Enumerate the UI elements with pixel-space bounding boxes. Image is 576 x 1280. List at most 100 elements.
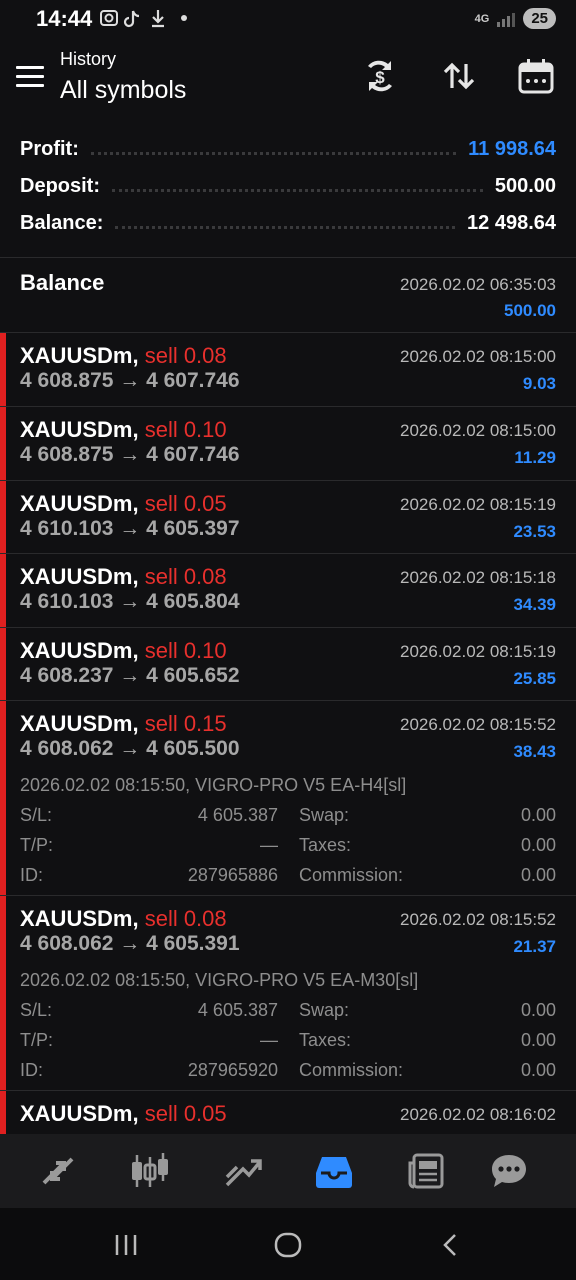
taxes-value: 0.00 — [520, 835, 556, 855]
balance-entry[interactable]: Balance 2026.02.02 06:35:03 500.00 — [0, 258, 576, 332]
sl-value: 4 605.387 — [197, 805, 278, 825]
dotted-leader — [112, 188, 483, 192]
deal-side: sell 0.08 — [144, 343, 227, 368]
deal-comment: 2026.02.02 08:15:50, VIGRO-PRO V5 EA-H4[… — [20, 775, 407, 795]
id-value: 287965920 — [187, 1060, 278, 1080]
calendar-icon[interactable] — [514, 54, 558, 98]
deal-comment: 2026.02.02 08:15:50, VIGRO-PRO V5 EA-M30… — [20, 970, 419, 990]
sell-indicator — [0, 896, 6, 1090]
id-label: ID: — [20, 1060, 44, 1080]
taxes-label: Taxes: — [299, 1030, 352, 1050]
summary-deposit: Deposit: 500.00 — [20, 171, 556, 201]
summary-balance: Balance: 12 498.64 — [20, 208, 556, 238]
network-type: 4G — [474, 12, 490, 25]
tp-value: — — [260, 835, 278, 855]
quotes-icon[interactable] — [33, 1146, 83, 1196]
deal-prices: 4 610.103 → 4 605.397 — [20, 517, 240, 540]
system-nav-bar — [0, 1208, 576, 1280]
summary-value: 500.00 — [494, 174, 556, 197]
deal-time: 2026.02.02 08:15:00 — [400, 347, 556, 366]
deal-row[interactable]: XAUUSDm, sell 0.10 4 608.237 → 4 605.652… — [0, 628, 576, 700]
sell-indicator — [0, 628, 6, 700]
deal-symbol-name: XAUUSDm, — [20, 1101, 139, 1126]
recent-apps-icon[interactable] — [113, 1232, 141, 1263]
balance-entry-label: Balance — [20, 270, 105, 295]
history-icon[interactable] — [309, 1146, 359, 1196]
header-title[interactable]: All symbols — [60, 76, 186, 105]
sell-indicator — [0, 554, 6, 627]
deal-side: sell 0.08 — [144, 906, 227, 931]
deal-symbol-name: XAUUSDm, — [20, 906, 139, 931]
deal-side: sell 0.10 — [144, 638, 227, 663]
sl-value: 4 605.387 — [197, 1000, 278, 1020]
commission-label: Commission: — [299, 865, 404, 885]
dotted-leader — [115, 225, 456, 229]
tp-value: — — [260, 1030, 278, 1050]
news-icon[interactable] — [401, 1146, 451, 1196]
deal-time: 2026.02.02 08:15:18 — [400, 568, 556, 587]
back-icon[interactable] — [438, 1232, 462, 1263]
deal-row[interactable]: XAUUSDm, sell 0.05 4 610.103 → 4 605.397… — [0, 481, 576, 553]
deal-profit: 11.29 — [514, 448, 556, 467]
id-label: ID: — [20, 865, 44, 885]
chat-icon[interactable] — [484, 1146, 534, 1196]
commission-label: Commission: — [299, 1060, 404, 1080]
deal-side: sell 0.15 — [144, 711, 227, 736]
deal-side: sell 0.05 — [144, 1101, 227, 1126]
sell-indicator — [0, 481, 6, 553]
deal-prices: 4 608.062 → 4 605.391 — [20, 932, 240, 955]
sort-icon[interactable] — [437, 54, 481, 98]
taxes-value: 0.00 — [520, 1030, 556, 1050]
sell-indicator — [0, 1091, 6, 1134]
summary-profit: Profit: 11 998.64 — [20, 134, 556, 164]
chart-icon[interactable] — [125, 1146, 175, 1196]
notification-icons-svg — [100, 10, 187, 28]
deal-prices: 4 608.875 → 4 607.746 — [20, 443, 240, 466]
deal-row[interactable]: XAUUSDm, sell 0.10 4 608.875 → 4 607.746… — [0, 407, 576, 480]
deal-prices: 4 608.062 → 4 605.500 — [20, 737, 240, 760]
deal-symbol-name: XAUUSDm, — [20, 491, 139, 516]
deal-row-expanded[interactable]: XAUUSDm, sell 0.15 4 608.062 → 4 605.500… — [0, 701, 576, 895]
tp-label: T/P: — [20, 1030, 54, 1050]
deal-side: sell 0.08 — [144, 564, 227, 589]
home-icon[interactable] — [273, 1231, 303, 1264]
deal-row[interactable]: XAUUSDm, sell 0.05 2026.02.02 08:16:02 — [0, 1091, 576, 1134]
swap-label: Swap: — [299, 805, 350, 825]
balance-entry-time: 2026.02.02 06:35:03 — [400, 275, 556, 294]
deal-side: sell 0.10 — [144, 417, 227, 442]
deal-symbol: XAUUSDm, sell 0.08 — [20, 343, 227, 369]
deal-row-expanded[interactable]: XAUUSDm, sell 0.08 4 608.062 → 4 605.391… — [0, 896, 576, 1090]
deal-profit: 34.39 — [513, 595, 556, 614]
deal-row[interactable]: XAUUSDm, sell 0.08 4 610.103 → 4 605.804… — [0, 554, 576, 627]
deal-profit: 21.37 — [513, 937, 556, 956]
deal-time: 2026.02.02 08:15:52 — [400, 715, 556, 734]
deal-symbol-name: XAUUSDm, — [20, 564, 139, 589]
network-label: 4G — [474, 12, 490, 25]
deal-prices: 4 610.103 → 4 605.804 — [20, 590, 240, 613]
menu-icon[interactable] — [16, 66, 44, 88]
sell-indicator — [0, 701, 6, 895]
summary-label: Balance: — [20, 211, 104, 234]
svg-text:$: $ — [375, 68, 385, 87]
status-bar: 14:44 4G 25 — [0, 0, 576, 38]
commission-value: 0.00 — [520, 1060, 556, 1080]
signal-icon — [497, 11, 516, 27]
deal-symbol-name: XAUUSDm, — [20, 638, 139, 663]
deal-symbol: XAUUSDm, sell 0.05 — [20, 1101, 227, 1127]
deal-symbol: XAUUSDm, sell 0.05 — [20, 491, 227, 517]
sell-indicator — [0, 333, 6, 406]
currency-exchange-icon[interactable]: $ — [358, 54, 402, 98]
sl-label: S/L: — [20, 805, 53, 825]
taxes-label: Taxes: — [299, 835, 352, 855]
deal-side: sell 0.05 — [144, 491, 227, 516]
deal-symbol-name: XAUUSDm, — [20, 417, 139, 442]
trade-icon[interactable] — [218, 1146, 268, 1196]
balance-entry-amount: 500.00 — [504, 301, 556, 320]
deal-row[interactable]: XAUUSDm, sell 0.08 4 608.875 → 4 607.746… — [0, 333, 576, 406]
commission-value: 0.00 — [520, 865, 556, 885]
sl-label: S/L: — [20, 1000, 53, 1020]
deal-symbol: XAUUSDm, sell 0.08 — [20, 906, 227, 932]
notification-icons — [100, 8, 204, 35]
bottom-nav — [0, 1134, 576, 1208]
deal-symbol: XAUUSDm, sell 0.08 — [20, 564, 227, 590]
